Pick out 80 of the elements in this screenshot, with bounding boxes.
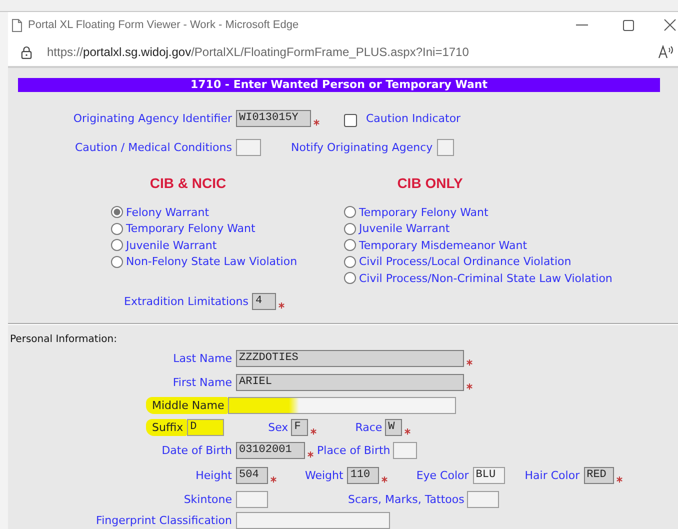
field-label: Last Name (172, 351, 233, 366)
field-label: Suffix (146, 419, 188, 436)
radio-button[interactable] (344, 239, 356, 252)
required-icon (307, 451, 314, 458)
radio-button[interactable] (344, 206, 356, 218)
input-field[interactable]: ZZZDOTIES (236, 350, 464, 367)
field-label: Scars, Marks, Tattoos (348, 492, 464, 507)
radio-label[interactable]: Non-Felony State Law Violation (126, 255, 298, 268)
lock-icon[interactable] (21, 46, 32, 58)
required-icon (381, 476, 388, 483)
field-label: Notify Originating Agency (291, 140, 433, 154)
radio-button[interactable] (111, 206, 123, 218)
radio-label[interactable]: Civil Process/Local Ordinance Violation (359, 255, 572, 268)
field-label: Date of Birth (160, 443, 233, 458)
input-field[interactable]: 03102001 (236, 442, 305, 459)
input-field[interactable]: F (291, 419, 308, 436)
field-label: Race (355, 420, 382, 435)
required-icon (313, 118, 320, 126)
field-label: First Name (172, 374, 233, 390)
input-field[interactable] (228, 397, 456, 414)
maximize-icon[interactable] (623, 20, 634, 30)
radio-label[interactable]: Felony Warrant (126, 206, 210, 219)
required-icon (404, 428, 412, 435)
radio-label[interactable]: Juvenile Warrant (359, 222, 450, 236)
input-field[interactable] (393, 442, 418, 459)
input-field[interactable] (236, 512, 390, 529)
input-field[interactable]: 4 (252, 292, 276, 310)
radio-button[interactable] (344, 256, 356, 268)
input-field[interactable]: RED (584, 467, 614, 484)
required-icon (270, 476, 277, 483)
field-label: Caution Indicator (366, 110, 461, 126)
field-label: Fingerprint Classification (95, 513, 233, 528)
required-icon (310, 428, 318, 435)
radio-label[interactable]: Civil Process/Non-Criminal State Law Violation (359, 272, 612, 285)
input-field[interactable] (436, 138, 454, 156)
input-field[interactable]: BLU (472, 467, 505, 484)
checkbox[interactable] (344, 114, 357, 126)
input-field[interactable]: ARIEL (236, 374, 464, 390)
input-field[interactable]: 504 (236, 467, 268, 484)
field-label: Extradition Limitations (124, 294, 248, 308)
radio-label[interactable]: Temporary Felony Want (359, 206, 488, 219)
input-field[interactable] (236, 491, 268, 508)
read-aloud-icon[interactable] (658, 45, 674, 59)
input-field[interactable]: WI013015Y (236, 110, 311, 126)
field-label: Skintone (182, 492, 233, 507)
field-label: Height (194, 468, 233, 483)
page-icon (12, 18, 22, 32)
radio-label[interactable]: Juvenile Warrant (126, 238, 217, 252)
window-title: Portal XL Floating Form Viewer - Work - Microsoft Edge (28, 19, 299, 31)
radio-label[interactable]: Temporary Felony Want (126, 222, 256, 236)
radio-button[interactable] (344, 222, 356, 235)
section-heading: CIB & NCIC (148, 175, 228, 191)
field-label: Weight (305, 468, 344, 483)
radio-label[interactable]: Temporary Misdemeanor Want (359, 238, 528, 252)
required-icon (466, 359, 473, 366)
minimize-icon[interactable] (576, 24, 588, 26)
form-title-bar: 1710 - Enter Wanted Person or Temporary Want (18, 78, 660, 92)
radio-button[interactable] (111, 256, 123, 268)
required-icon (278, 302, 286, 308)
required-icon (616, 476, 623, 483)
radio-button[interactable] (344, 272, 356, 284)
input-field[interactable] (236, 138, 261, 156)
close-icon[interactable] (664, 19, 676, 31)
field-label: Eye Color (416, 468, 469, 483)
field-label: Place of Birth (317, 443, 390, 458)
field-label: Middle Name (146, 397, 228, 414)
url-text[interactable]: https://portalxl.sg.widoj.gov/PortalXL/FloatingFormFrame_PLUS.aspx?Ini=1710 (47, 45, 469, 59)
section-heading: CIB ONLY (396, 175, 464, 191)
radio-button[interactable] (111, 239, 123, 252)
field-label: Sex (268, 420, 288, 435)
input-field[interactable] (467, 491, 500, 508)
input-field[interactable]: 110 (347, 467, 380, 484)
section-heading: Personal Information: (10, 333, 117, 347)
required-icon (466, 382, 473, 390)
field-label: Hair Color (524, 468, 580, 483)
field-label: Caution / Medical Conditions (74, 140, 233, 154)
input-field[interactable]: W (385, 419, 402, 436)
radio-button[interactable] (111, 222, 123, 235)
input-field[interactable]: D (187, 419, 224, 436)
field-label: Originating Agency Identifier (72, 110, 233, 126)
